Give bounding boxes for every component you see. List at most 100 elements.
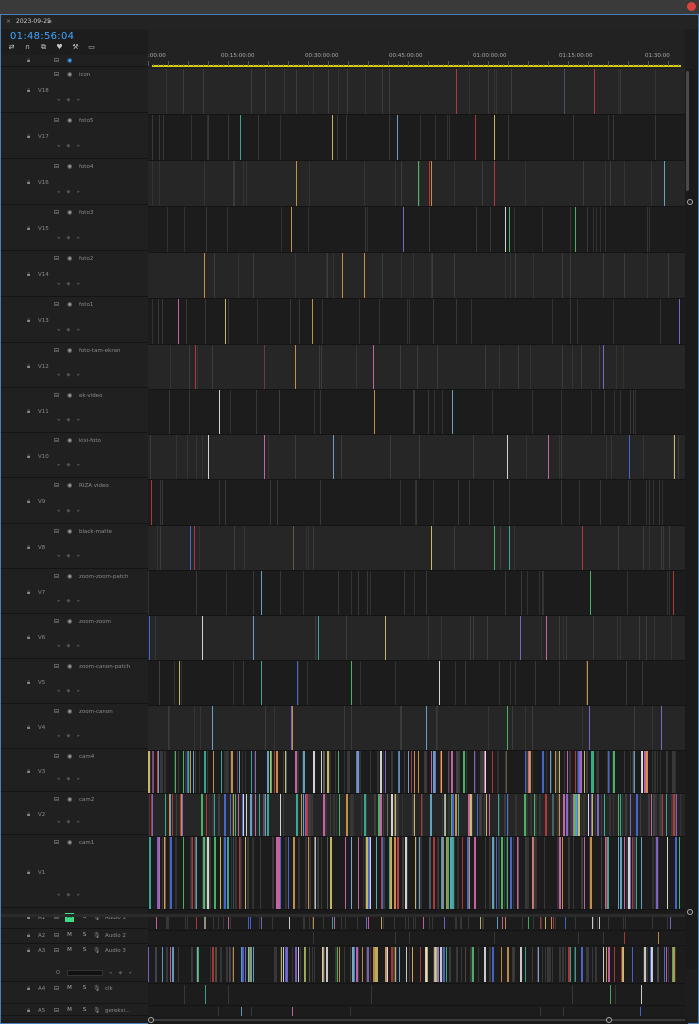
clip[interactable]	[629, 435, 630, 479]
clip[interactable]	[297, 751, 299, 793]
clip[interactable]	[312, 299, 313, 344]
sync-lock-icon[interactable]: ⊟	[54, 71, 59, 78]
clip[interactable]	[346, 115, 347, 160]
audio-clip[interactable]	[614, 947, 615, 982]
clip[interactable]	[421, 794, 422, 836]
clip[interactable]	[228, 115, 229, 160]
clip[interactable]	[473, 616, 474, 660]
clip[interactable]	[509, 480, 510, 525]
clip[interactable]	[313, 751, 315, 793]
clip[interactable]	[582, 526, 583, 570]
clip[interactable]	[152, 299, 153, 344]
lane-a2[interactable]	[148, 931, 685, 946]
mute-button[interactable]: M	[65, 946, 74, 955]
clip[interactable]	[296, 794, 298, 836]
audio-clip[interactable]	[216, 947, 217, 982]
clip[interactable]	[259, 794, 260, 836]
clip[interactable]	[237, 751, 238, 793]
clip[interactable]	[295, 345, 296, 389]
clip[interactable]	[299, 299, 300, 344]
audio-clip[interactable]	[172, 947, 174, 982]
clip[interactable]	[649, 526, 650, 570]
clip[interactable]	[451, 794, 452, 836]
clip[interactable]	[373, 345, 374, 389]
clip[interactable]	[452, 794, 454, 836]
clip[interactable]	[196, 571, 197, 615]
clip[interactable]	[530, 345, 531, 389]
audio-clip[interactable]	[651, 947, 653, 982]
clip[interactable]	[559, 616, 560, 660]
keyframe-nav-icon[interactable]: ◂◆▸	[57, 598, 87, 604]
sync-lock-icon[interactable]: ⊟	[54, 618, 59, 625]
clip[interactable]	[510, 661, 511, 705]
sync-lock-icon[interactable]: ⊟	[54, 209, 59, 216]
clip[interactable]	[525, 706, 526, 750]
clip[interactable]	[535, 794, 537, 836]
clip[interactable]	[265, 794, 266, 836]
clip[interactable]	[473, 435, 474, 479]
lock-icon[interactable]: 🔒︎	[27, 679, 30, 687]
clip[interactable]	[194, 706, 195, 750]
clip[interactable]	[223, 837, 224, 909]
sync-lock-icon[interactable]: ⊟	[54, 839, 59, 846]
clip[interactable]	[663, 526, 664, 570]
audio-clip[interactable]	[295, 947, 297, 982]
clip[interactable]	[563, 616, 564, 660]
sync-lock-icon[interactable]: ⊟	[54, 528, 59, 535]
clip[interactable]	[281, 207, 282, 252]
clip[interactable]	[482, 161, 483, 206]
clip[interactable]	[361, 794, 362, 836]
keyframe-nav-icon[interactable]: ◂◆▸	[109, 970, 139, 976]
audio-clip[interactable]	[406, 947, 407, 982]
hamburger-icon[interactable]: ≡	[47, 15, 52, 29]
clip[interactable]	[465, 661, 466, 705]
clip[interactable]	[255, 751, 256, 793]
clip[interactable]	[380, 751, 382, 793]
clip[interactable]	[474, 837, 476, 909]
sync-lock-icon[interactable]: ⊟	[54, 1007, 59, 1014]
audio-clip[interactable]	[367, 947, 369, 982]
audio-clip[interactable]	[603, 947, 604, 982]
eye-icon[interactable]: ◉	[67, 437, 72, 444]
clip[interactable]	[149, 616, 150, 660]
clip[interactable]	[303, 794, 304, 836]
clip[interactable]	[529, 751, 531, 793]
clip[interactable]	[397, 837, 399, 909]
clip[interactable]	[605, 161, 606, 206]
audio-clip[interactable]	[396, 947, 397, 982]
eye-icon[interactable]: ◉	[67, 708, 72, 715]
clip[interactable]	[203, 837, 205, 909]
clip[interactable]	[310, 837, 311, 909]
clip[interactable]	[213, 751, 214, 793]
clip[interactable]	[526, 435, 527, 479]
clip[interactable]	[351, 706, 352, 750]
clip[interactable]	[227, 207, 228, 252]
clip[interactable]	[570, 299, 571, 344]
clip[interactable]	[309, 161, 310, 206]
clip[interactable]	[209, 837, 211, 909]
sync-lock-icon[interactable]: ⊟	[54, 117, 59, 124]
clip[interactable]	[400, 345, 401, 389]
clip[interactable]	[401, 706, 402, 750]
clip[interactable]	[652, 751, 653, 793]
lane-v8[interactable]	[148, 526, 685, 571]
clip[interactable]	[429, 207, 430, 252]
track-header-v4[interactable]: ⊟ ◉ zoom-canon 🔒︎ V4 ◂◆▸	[1, 704, 148, 749]
audio-clip[interactable]	[314, 947, 315, 982]
clip[interactable]	[190, 837, 192, 909]
clip[interactable]	[675, 751, 676, 793]
clip[interactable]	[542, 571, 543, 615]
clip[interactable]	[152, 161, 153, 206]
audio-clip[interactable]	[281, 947, 282, 982]
clip[interactable]	[383, 837, 385, 909]
audio-clip[interactable]	[313, 932, 314, 944]
clip[interactable]	[526, 794, 528, 836]
clip[interactable]	[452, 390, 453, 434]
clip[interactable]	[584, 837, 585, 909]
volume-icon[interactable]: O	[56, 970, 60, 976]
microphone-icon[interactable]: 🎙︎	[93, 985, 101, 992]
lane-v3[interactable]	[148, 751, 685, 794]
eye-icon[interactable]: ◉	[67, 528, 72, 535]
clip[interactable]	[492, 390, 493, 434]
snap-icon[interactable]: ∩	[23, 43, 32, 52]
